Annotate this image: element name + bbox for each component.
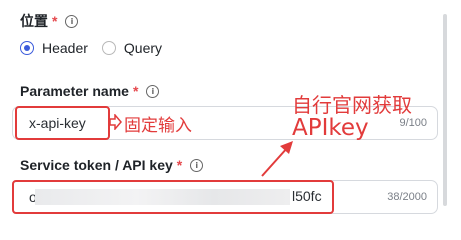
radio-header[interactable]: Header	[20, 40, 88, 56]
radio-query-label: Query	[123, 40, 163, 56]
required-asterisk: *	[132, 83, 139, 99]
parameter-name-char-count: 9/100	[399, 117, 427, 129]
info-icon[interactable]: i	[146, 84, 160, 98]
info-icon[interactable]: i	[65, 14, 79, 28]
scrollbar[interactable]	[443, 14, 447, 206]
info-icon[interactable]: i	[190, 158, 204, 172]
token-value-highlight-box	[12, 180, 334, 214]
get-apikey-annotation-line1: 自行官网获取	[292, 93, 412, 117]
parameter-value-highlight-box	[15, 106, 110, 140]
service-token-char-count: 38/2000	[387, 191, 427, 203]
required-asterisk: *	[52, 13, 58, 29]
location-label-text: 位置	[20, 13, 48, 29]
parameter-name-label-text: Parameter name	[20, 83, 129, 99]
arrow-up-right-icon	[261, 141, 293, 177]
fixed-input-annotation: 固定输入	[124, 116, 192, 136]
location-label: 位置 * i	[20, 11, 79, 31]
arrow-right-icon	[109, 114, 122, 130]
location-radio-group: Header Query	[20, 40, 176, 56]
service-token-label-text: Service token / API key	[20, 157, 173, 173]
radio-header-label: Header	[42, 40, 88, 56]
radio-checked-icon	[20, 41, 34, 55]
parameter-name-label: Parameter name * i	[20, 83, 160, 99]
radio-query[interactable]: Query	[101, 40, 163, 56]
get-apikey-annotation-line2: APIkey	[292, 115, 369, 141]
required-asterisk: *	[176, 157, 183, 173]
service-token-label: Service token / API key * i	[20, 157, 204, 173]
radio-unchecked-icon	[101, 41, 116, 55]
